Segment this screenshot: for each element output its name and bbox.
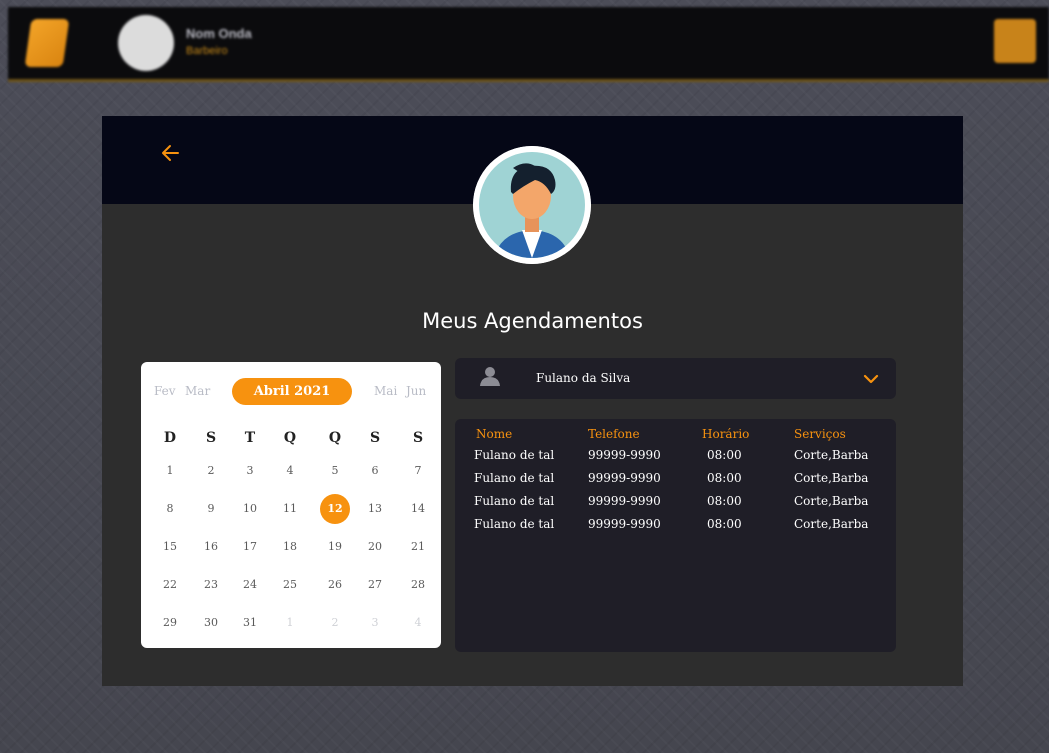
calendar-day[interactable]: 1 [155,456,185,486]
table-cell: 99999-9990 [588,494,661,508]
month-prev-1[interactable]: Mar [185,384,210,398]
calendar-day: 1 [286,616,294,629]
calendar-day[interactable]: 9 [196,494,226,524]
calendar-day[interactable]: 2 [196,456,226,486]
table-cell: Fulano de tal [474,471,555,485]
calendar-day[interactable]: 21 [403,532,433,562]
weekday-label: D [163,430,177,446]
table-cell: 08:00 [707,448,742,462]
table-cell: Corte,Barba [794,494,869,508]
weekday-label: S [412,430,424,446]
calendar-day[interactable]: 10 [235,494,265,524]
back-arrow-icon[interactable] [158,140,184,166]
user-name: Nom Onda [186,26,252,41]
calendar-day-selected[interactable]: 12 [320,494,350,524]
calendar-day[interactable]: 5 [320,456,350,486]
calendar-day[interactable]: 13 [360,494,390,524]
weekday-label: Q [328,430,342,446]
column-header-servicos: Serviços [794,427,846,441]
appointments-table: Nome Telefone Horário Serviços Fulano de… [455,419,896,652]
calendar-day: 4 [414,616,422,629]
calendar-day[interactable]: 16 [196,532,226,562]
column-header-nome: Nome [476,427,513,441]
user-icon [480,367,500,386]
weekday-label: S [205,430,217,446]
calendar-day[interactable]: 19 [320,532,350,562]
app-logo-icon[interactable] [24,19,70,67]
weekday-label: S [369,430,381,446]
calendar-day[interactable]: 18 [275,532,305,562]
calendar-day[interactable]: 20 [360,532,390,562]
calendar-day[interactable]: 22 [155,570,185,600]
table-cell: Corte,Barba [794,517,869,531]
month-next-1[interactable]: Mai [374,384,397,398]
calendar-day: 2 [331,616,339,629]
calendar-day[interactable]: 31 [235,608,265,638]
calendar-day[interactable]: 27 [360,570,390,600]
column-header-telefone: Telefone [588,427,640,441]
calendar: Fev Mar Abril 2021 Mai Jun DSTQQSS 12345… [141,362,441,648]
table-cell: Corte,Barba [794,471,869,485]
table-cell: 99999-9990 [588,471,661,485]
profile-avatar [473,146,591,264]
weekday-label: Q [283,430,297,446]
user-avatar[interactable] [118,15,174,71]
calendar-day[interactable]: 7 [403,456,433,486]
weekday-label: T [244,430,256,446]
month-selector: Fev Mar Abril 2021 Mai Jun [141,378,441,406]
table-cell: Fulano de tal [474,494,555,508]
calendar-day: 3 [371,616,379,629]
month-prev-2[interactable]: Fev [154,384,176,398]
calendar-day[interactable]: 26 [320,570,350,600]
calendar-day[interactable]: 28 [403,570,433,600]
client-dropdown[interactable]: Fulano da Silva [455,358,896,399]
calendar-day[interactable]: 15 [155,532,185,562]
appointments-panel: Meus Agendamentos Fev Mar Abril 2021 Mai… [102,116,963,686]
table-cell: 99999-9990 [588,517,661,531]
column-header-horario: Horário [702,427,750,441]
calendar-day[interactable]: 3 [235,456,265,486]
calendar-day[interactable]: 17 [235,532,265,562]
calendar-day[interactable]: 25 [275,570,305,600]
table-cell: Fulano de tal [474,448,555,462]
month-current[interactable]: Abril 2021 [232,378,352,405]
calendar-day[interactable]: 30 [196,608,226,638]
table-cell: Corte,Barba [794,448,869,462]
user-role: Barbeiro [186,45,228,57]
calendar-day[interactable]: 29 [155,608,185,638]
top-navigation-bar: Nom Onda Barbeiro [8,7,1049,82]
calendar-day[interactable]: 8 [155,494,185,524]
client-name: Fulano da Silva [536,371,631,385]
page-title: Meus Agendamentos [422,309,643,333]
table-cell: 08:00 [707,471,742,485]
calendar-day[interactable]: 14 [403,494,433,524]
table-cell: 99999-9990 [588,448,661,462]
table-cell: 08:00 [707,494,742,508]
calendar-day[interactable]: 11 [275,494,305,524]
menu-button[interactable] [994,19,1036,63]
calendar-day[interactable]: 4 [275,456,305,486]
chevron-down-icon[interactable] [862,370,880,388]
calendar-day[interactable]: 24 [235,570,265,600]
calendar-day[interactable]: 23 [196,570,226,600]
table-cell: Fulano de tal [474,517,555,531]
month-next-2[interactable]: Jun [406,384,426,398]
table-cell: 08:00 [707,517,742,531]
calendar-day[interactable]: 6 [360,456,390,486]
